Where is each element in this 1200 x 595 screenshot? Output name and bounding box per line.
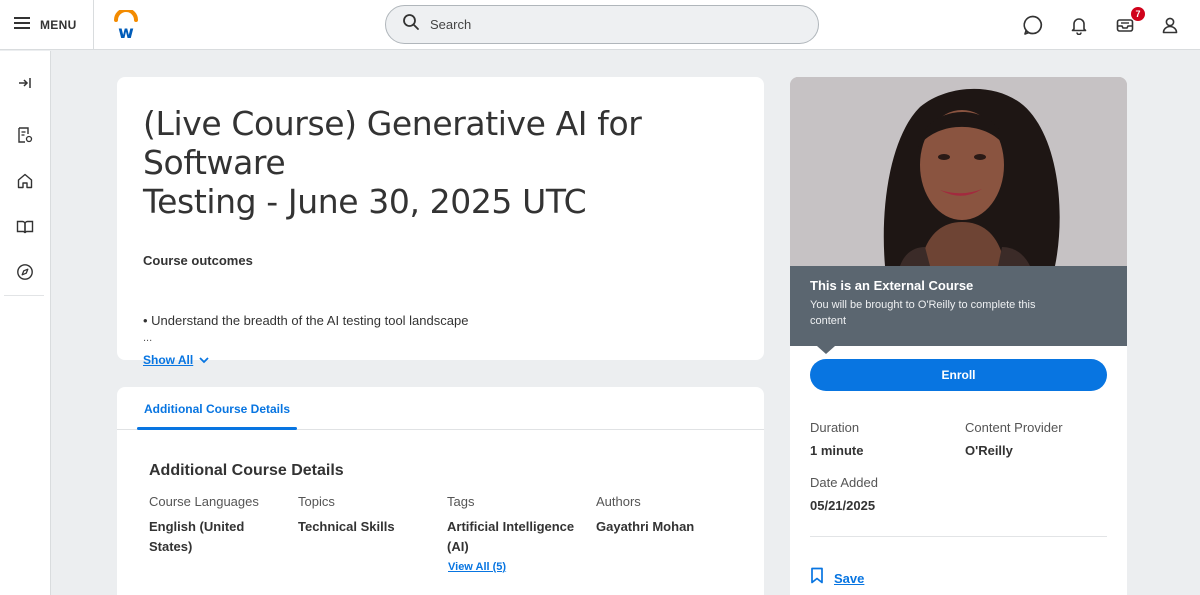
active-tab-indicator — [137, 427, 297, 430]
workday-logo[interactable]: w — [112, 8, 140, 43]
show-all-label: Show All — [143, 353, 194, 367]
date-added-field: Date Added 05/21/2025 — [810, 475, 878, 513]
banner-pointer — [817, 346, 835, 354]
authors-value: Gayathri Mohan — [596, 519, 695, 534]
enrollment-card: This is an External Course You will be b… — [790, 77, 1127, 595]
chevron-down-icon — [199, 353, 209, 367]
additional-details-card: Additional Course Details Additional Cou… — [117, 387, 764, 595]
content-provider-value: O'Reilly — [965, 443, 1013, 458]
discover-icon[interactable] — [15, 262, 35, 282]
tags-value-line-1: Artificial Intelligence — [447, 519, 575, 534]
expand-rail-icon[interactable] — [15, 73, 35, 93]
chat-icon[interactable] — [1021, 13, 1045, 37]
external-course-title: This is an External Course — [810, 278, 974, 293]
rail-divider — [4, 295, 44, 296]
menu-button[interactable]: MENU — [14, 14, 77, 36]
learning-record-icon[interactable] — [15, 125, 35, 145]
tags-value-line-2: (AI) — [447, 539, 469, 554]
tab-bar: Additional Course Details — [117, 387, 764, 430]
inbox-badge: 7 — [1130, 6, 1146, 22]
title-line-2: Testing - June 30, 2025 UTC — [143, 182, 587, 221]
topbar-divider — [93, 0, 94, 50]
top-bar: MENU w 7 — [0, 0, 1200, 50]
profile-icon[interactable] — [1158, 13, 1182, 37]
duration-label: Duration — [810, 420, 860, 435]
details-heading: Additional Course Details — [149, 462, 344, 479]
svg-text:w: w — [118, 23, 134, 40]
menu-icon — [14, 16, 32, 35]
truncation-ellipsis: ... — [143, 332, 153, 344]
course-summary-card: (Live Course) Generative AI for Software… — [117, 77, 764, 367]
library-icon[interactable] — [15, 217, 35, 237]
authors-label: Authors — [596, 494, 641, 509]
bell-icon[interactable] — [1067, 13, 1091, 37]
external-text-line-1: You will be brought to O'Reilly to compl… — [810, 299, 1036, 311]
outcome-item: • Understand the breadth of the AI testi… — [143, 313, 469, 328]
date-added-label: Date Added — [810, 475, 878, 490]
home-icon[interactable] — [15, 171, 35, 191]
enroll-button[interactable]: Enroll — [810, 359, 1107, 391]
search-input[interactable] — [430, 17, 790, 32]
course-languages-value: English (United States) — [149, 517, 289, 557]
tab-additional-course-details[interactable]: Additional Course Details — [137, 387, 297, 430]
side-divider — [810, 536, 1107, 537]
duration-value: 1 minute — [810, 443, 864, 458]
course-languages-field: Course Languages English (United States) — [149, 494, 289, 557]
show-all-link[interactable]: Show All — [143, 353, 209, 367]
author-photo — [790, 77, 1127, 266]
content-provider-label: Content Provider — [965, 420, 1063, 435]
left-rail — [0, 51, 51, 595]
date-added-value: 05/21/2025 — [810, 498, 876, 513]
languages-value-line-2: States) — [149, 539, 193, 554]
save-label: Save — [834, 570, 865, 586]
content-provider-field: Content Provider O'Reilly — [965, 420, 1063, 458]
search-icon — [402, 13, 420, 36]
search-bar[interactable] — [385, 5, 819, 44]
topics-value: Technical Skills — [298, 519, 395, 534]
tags-label: Tags — [447, 494, 475, 509]
topics-field: Topics Technical Skills — [298, 494, 438, 537]
external-course-banner: This is an External Course You will be b… — [790, 266, 1127, 346]
inbox-icon[interactable]: 7 — [1113, 6, 1146, 37]
external-course-text: You will be brought to O'Reilly to compl… — [810, 297, 1107, 329]
tags-value: Artificial Intelligence (AI) — [447, 517, 587, 557]
authors-field: Authors Gayathri Mohan — [596, 494, 736, 537]
course-outcomes-heading: Course outcomes — [143, 253, 253, 268]
topics-label: Topics — [298, 494, 335, 509]
save-button[interactable]: Save — [810, 567, 864, 589]
languages-value-line-1: English (United — [149, 519, 245, 534]
duration-field: Duration 1 minute — [810, 420, 863, 458]
menu-label: MENU — [40, 18, 77, 32]
course-languages-label: Course Languages — [149, 494, 259, 509]
page-title: (Live Course) Generative AI for Software… — [143, 104, 738, 221]
external-text-line-2: content — [810, 315, 847, 327]
bookmark-icon — [810, 567, 824, 589]
tags-field: Tags Artificial Intelligence (AI) — [447, 494, 587, 557]
view-all-tags-link[interactable]: View All (5) — [448, 561, 506, 573]
title-line-1: (Live Course) Generative AI for Software — [143, 104, 642, 182]
